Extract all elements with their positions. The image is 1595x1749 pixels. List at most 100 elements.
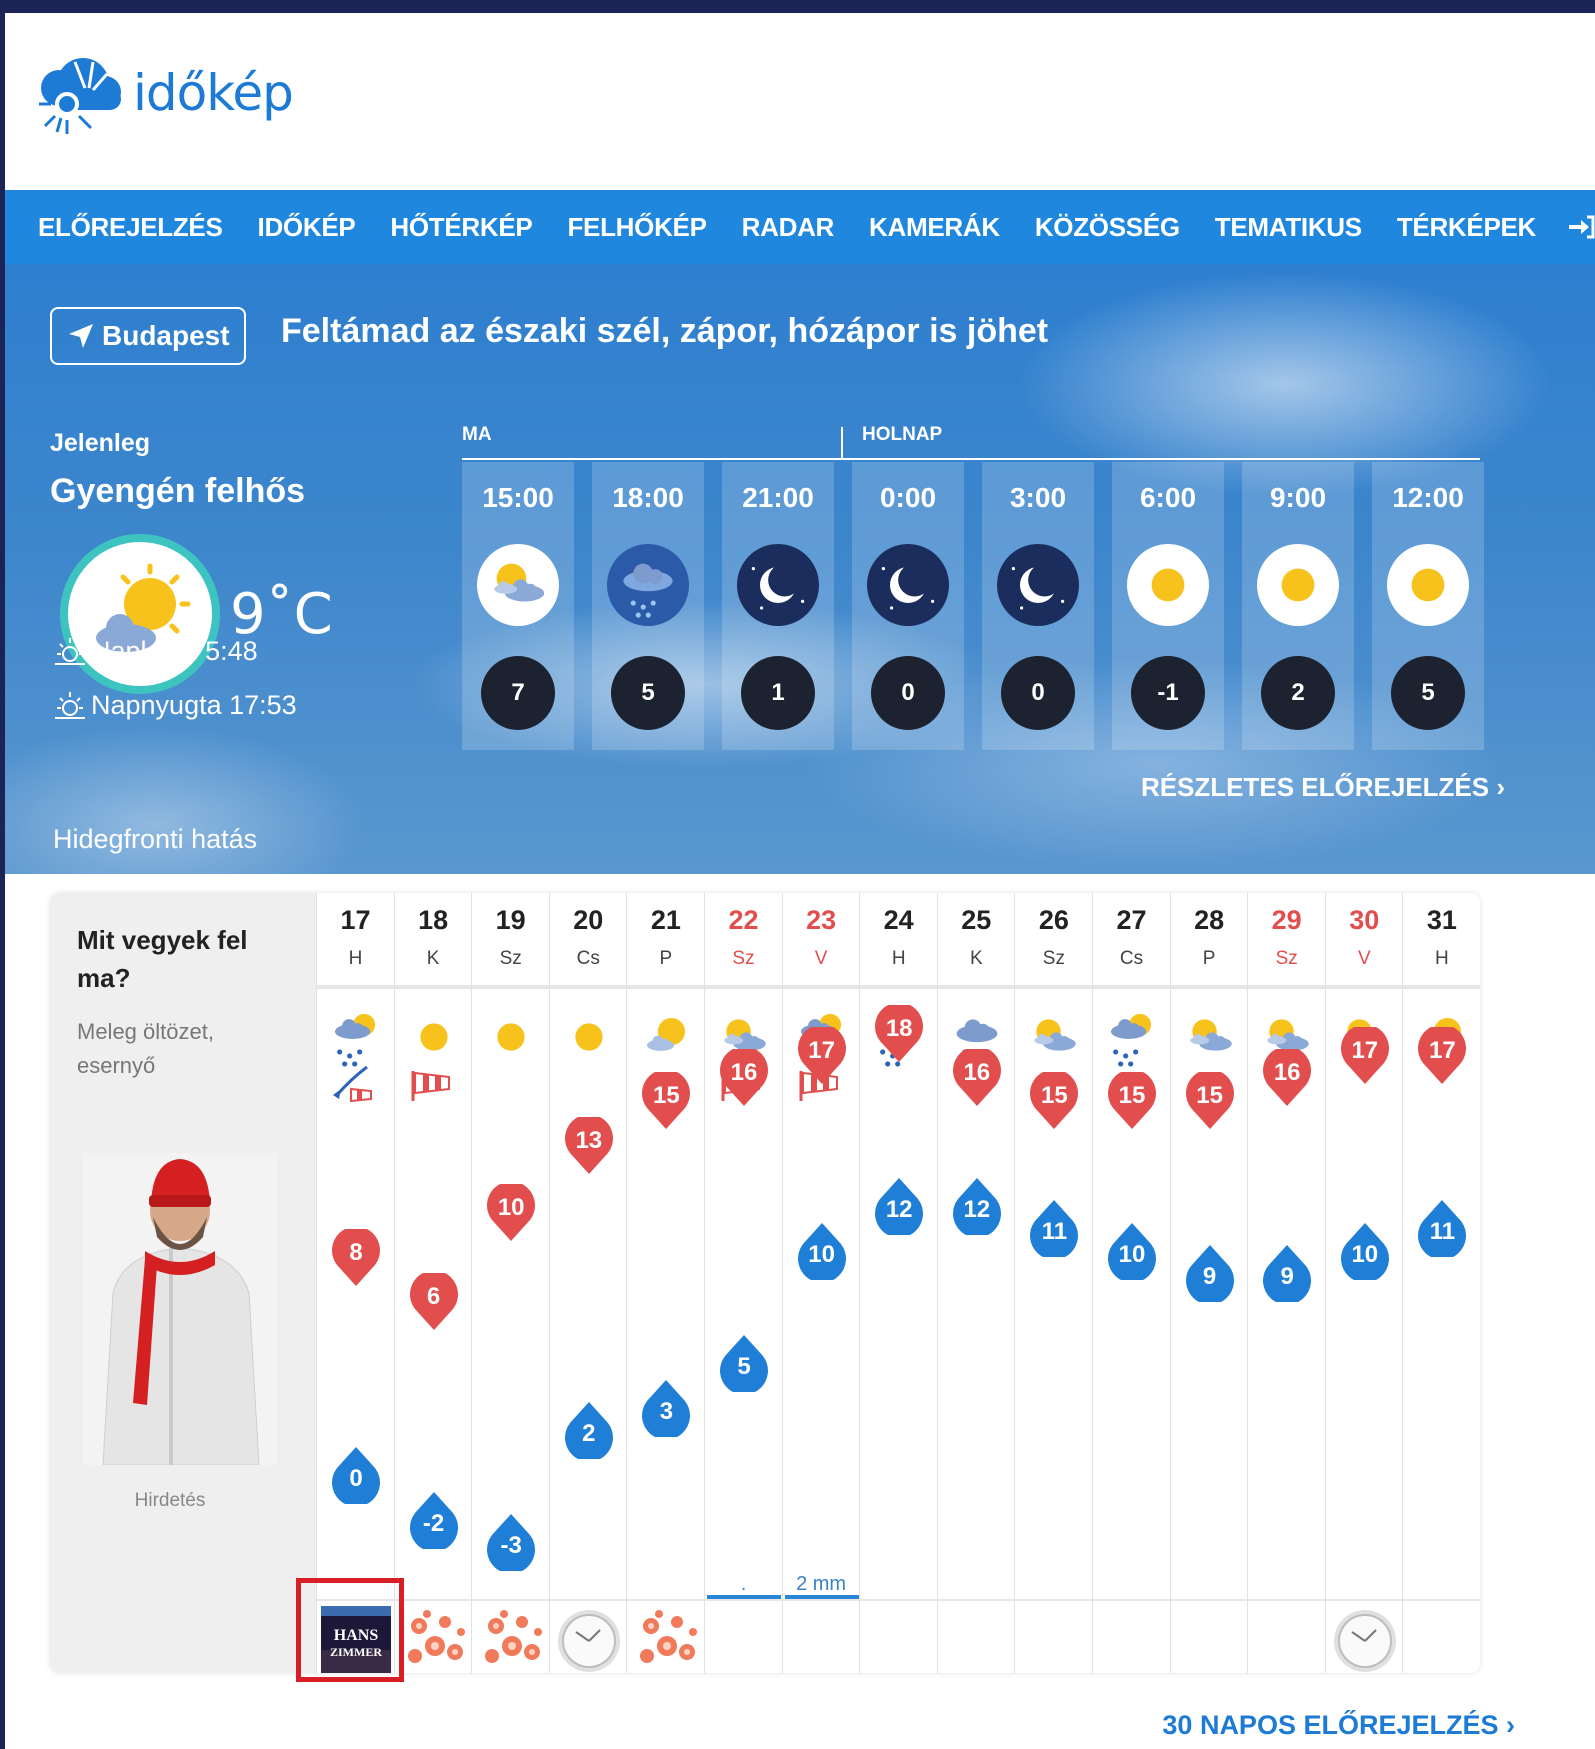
day-column[interactable]: 22 Sz 16 5. [704, 893, 782, 1673]
day-column[interactable]: 19 Sz 10 -3 [471, 893, 549, 1673]
hour-temperature: 0 [1001, 656, 1075, 730]
max-temp-pin: 15 [1185, 1069, 1235, 1130]
max-temp: 17 [1351, 1037, 1379, 1064]
weather-headline[interactable]: Feltámad az északi szél, zápor, hózápor … [281, 312, 1048, 351]
thirty-day-forecast-link[interactable]: 30 NAPOS ELŐREJELZÉS › [1162, 1710, 1515, 1741]
max-temp-pin: 15 [641, 1069, 691, 1130]
partly-cloudy-icon [1189, 1019, 1232, 1051]
day-number: 25 [961, 905, 992, 935]
day-column[interactable]: 31 H 17 11 [1402, 893, 1480, 1673]
day-extra[interactable] [1330, 1606, 1400, 1673]
precipitation-bar [707, 1595, 781, 1599]
day-column[interactable]: 23 V 17 10 2 mm [781, 893, 860, 1673]
nav-item-hoterkep[interactable]: HŐTÉRKÉP [390, 212, 532, 243]
day-number: 30 [1349, 905, 1380, 935]
day-abbr: Sz [1275, 948, 1298, 969]
login-icon[interactable] [1565, 212, 1595, 242]
day-column[interactable]: 28 P 15 9 [1169, 893, 1248, 1673]
hour-temperature: 2 [1261, 656, 1335, 730]
day-abbr: H [1435, 948, 1449, 969]
day-abbr: P [1202, 948, 1216, 969]
day-column[interactable]: 30 V 17 10 [1324, 893, 1403, 1673]
main-nav: ELŐREJELZÉS IDŐKÉP HŐTÉRKÉP FELHŐKÉP RAD… [5, 190, 1595, 264]
max-temp-pin: 16 [719, 1046, 769, 1107]
min-temp: 10 [1118, 1240, 1146, 1268]
day-abbr: Cs [576, 948, 600, 969]
hour-column[interactable]: 3:00 0 [982, 462, 1094, 750]
day-column[interactable]: 24 H 18 12 [859, 893, 937, 1673]
day-abbr: K [426, 948, 440, 969]
min-temp: 10 [808, 1240, 835, 1268]
nav-item-kamerak[interactable]: KAMERÁK [869, 212, 1000, 243]
nav-item-idokep[interactable]: IDŐKÉP [258, 212, 356, 243]
max-temp: 10 [497, 1193, 525, 1221]
hour-column[interactable]: 21:00 1 [722, 462, 834, 750]
day-number: 20 [573, 905, 604, 935]
max-temp: 15 [1196, 1081, 1223, 1109]
hour-column[interactable]: 9:00 2 [1242, 462, 1354, 750]
day-extra[interactable] [554, 1606, 624, 1673]
day-column[interactable]: 20 Cs 13 2 [548, 893, 627, 1673]
nav-item-felhokep[interactable]: FELHŐKÉP [567, 212, 706, 243]
location-button[interactable]: Budapest [50, 307, 246, 365]
clear-night-icon [751, 563, 805, 610]
hour-column[interactable]: 15:00 7 [462, 462, 574, 750]
min-temp-pin: 5 [719, 1334, 769, 1395]
rain-sun-icon [334, 1013, 376, 1067]
day-column[interactable]: 25 K 16 12 [936, 893, 1015, 1673]
day-column[interactable]: 27 Cs 15 10 [1092, 893, 1170, 1673]
min-temp: 10 [1351, 1240, 1379, 1268]
detailed-forecast-link[interactable]: RÉSZLETES ELŐREJELZÉS › [1141, 772, 1505, 803]
nav-item-terkepek[interactable]: TÉRKÉPEK [1397, 212, 1536, 243]
min-temp-pin: 10 [1340, 1222, 1390, 1283]
day-weather-icon [1176, 1003, 1244, 1063]
nav-item-kozosseg[interactable]: KÖZÖSSÉG [1035, 212, 1180, 243]
hour-column[interactable]: 0:00 0 [852, 462, 964, 750]
nav-item-elorejelzes[interactable]: ELŐREJELZÉS [38, 212, 223, 243]
hour-temperature: -1 [1131, 656, 1205, 730]
page: időkép ELŐREJELZÉS IDŐKÉP HŐTÉRKÉP FELHŐ… [5, 13, 1595, 1749]
hour-column[interactable]: 18:00 5 [592, 462, 704, 750]
day-abbr: H [891, 948, 906, 969]
day-number: 19 [495, 905, 526, 935]
max-temp: 15 [1041, 1081, 1068, 1109]
min-temp-pin: 0 [331, 1446, 381, 1507]
min-temp: 12 [963, 1196, 991, 1223]
flower-icon [640, 1610, 698, 1663]
hour-column[interactable]: 6:00 -1 [1112, 462, 1224, 750]
day-extra[interactable] [631, 1606, 701, 1673]
day-column[interactable]: 21 P 15 3 [626, 893, 704, 1673]
nav-item-tematikus[interactable]: TEMATIKUS [1215, 212, 1362, 243]
max-temp: 15 [1118, 1081, 1146, 1109]
wind-indicator [409, 1065, 459, 1105]
max-temp-pin: 8 [331, 1225, 381, 1287]
current-weather-icon [60, 534, 220, 694]
day-column[interactable]: 29 Sz 16 9 [1247, 893, 1325, 1673]
day-column[interactable]: 17 H 8 0 HANS ZIMMER [316, 893, 394, 1673]
precipitation: 2 mm [796, 1573, 847, 1595]
hour-column[interactable]: 12:00 5 [1372, 462, 1484, 750]
logo[interactable]: időkép [35, 48, 294, 138]
day-abbr: H [348, 948, 363, 969]
day-column[interactable]: 26 Sz 15 11 [1014, 893, 1092, 1673]
front-effect[interactable]: Hidegfronti hatás [53, 824, 257, 855]
day-extra[interactable] [399, 1606, 469, 1673]
min-temp: 12 [885, 1196, 913, 1223]
max-temp: 18 [885, 1014, 913, 1042]
sunset-text: Napnyugta 17:53 [91, 689, 297, 720]
ad-person-image[interactable] [83, 1153, 277, 1465]
max-temp-pin: 17 [797, 1024, 847, 1085]
hour-weather-icon [997, 544, 1079, 626]
highlight-box [296, 1578, 404, 1682]
day-column[interactable]: 18 K 6 -2 [393, 893, 472, 1673]
max-temp: 17 [1429, 1037, 1456, 1064]
max-temp: 16 [730, 1059, 758, 1087]
sunrise-text: Napkelte 5:48 [91, 635, 258, 666]
day-extra[interactable] [476, 1606, 546, 1673]
day-weather-icon [322, 1003, 390, 1067]
day-number: 24 [883, 905, 914, 935]
max-temp-pin: 16 [1262, 1046, 1312, 1107]
hero-current-weather: Budapest Feltámad az északi szél, zápor,… [5, 264, 1595, 874]
day-number: 27 [1116, 905, 1147, 935]
nav-item-radar[interactable]: RADAR [742, 212, 835, 243]
